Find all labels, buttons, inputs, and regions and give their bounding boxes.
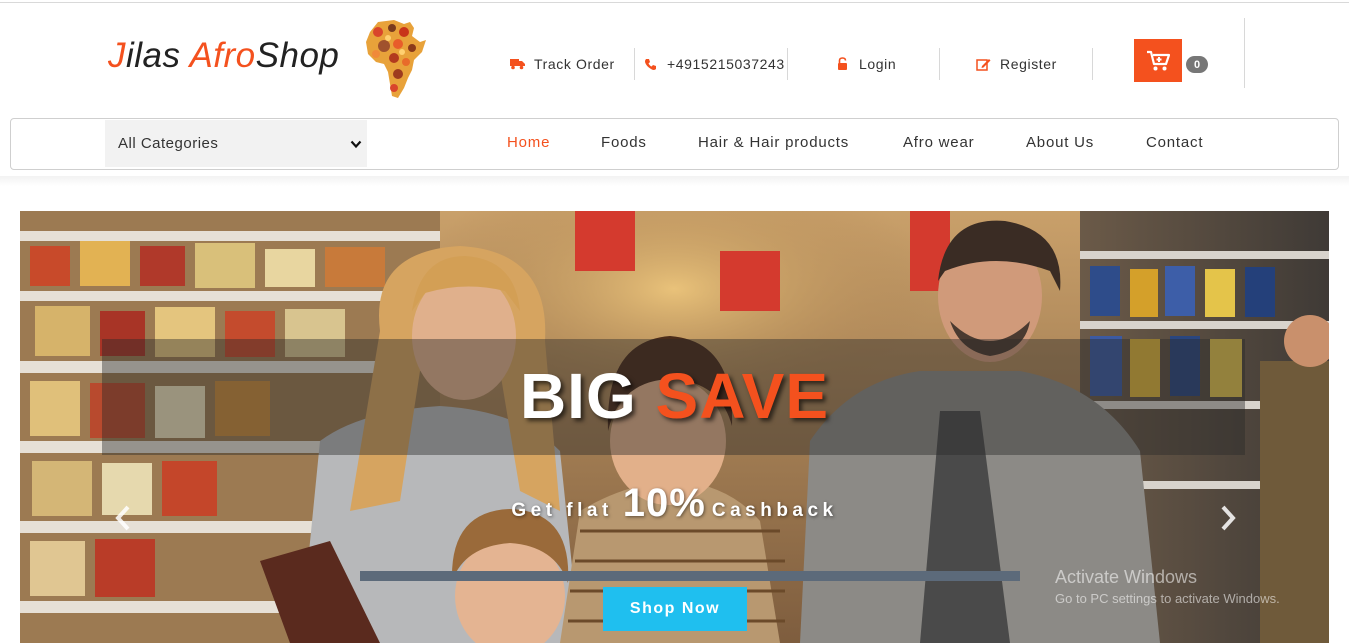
edit-icon [975,56,991,72]
subheadline-prefix: Get flat [511,500,613,521]
track-order-label: Track Order [534,56,615,72]
watermark-title: Activate Windows [1055,567,1198,587]
register-label: Register [1000,56,1057,72]
site-logo[interactable]: Jilas AfroShop [108,36,339,76]
logo-text-ilas: ilas [126,36,190,75]
nav-afro-wear[interactable]: Afro wear [903,134,974,151]
nav-hair-products[interactable]: Hair & Hair products [698,134,849,151]
login-link[interactable]: Login [834,48,896,80]
headline-big: BIG [519,360,656,432]
category-select[interactable]: All Categories [105,120,367,167]
logo-text-afro: Afro [189,36,256,75]
hero-subheadline: Get flat 10% Cashback [20,481,1329,526]
nav-home[interactable]: Home [507,134,550,151]
chevron-left-icon [115,505,130,531]
login-label: Login [859,56,897,72]
top-border [0,2,1349,3]
watermark-subtitle: Go to PC settings to activate Windows. [1055,591,1280,606]
phone-number: +4915215037243 [667,56,785,72]
shop-now-button[interactable]: Shop Now [603,587,747,631]
slider-next-button[interactable] [1215,501,1241,535]
header-divider [1092,48,1093,80]
truck-icon [509,56,525,72]
activate-windows-watermark: Activate Windows Go to PC settings to ac… [1055,567,1280,606]
subheadline-suffix: Cashback [711,500,838,521]
nav-contact[interactable]: Contact [1146,134,1203,151]
chevron-right-icon [1221,505,1236,531]
phone-link[interactable]: +4915215037243 [642,48,785,80]
header-divider [939,48,940,80]
register-link[interactable]: Register [975,48,1057,80]
slider-prev-button[interactable] [110,501,136,535]
nav-about-us[interactable]: About Us [1026,134,1094,151]
header-divider [787,48,788,80]
nav-shadow [0,176,1349,186]
phone-icon [642,56,658,72]
nav-foods[interactable]: Foods [601,134,647,151]
hero-headline: BIG SAVE [20,359,1329,433]
africa-map-logo [366,20,426,98]
track-order-link[interactable]: Track Order [509,48,615,80]
cashback-percent: 10% [622,481,706,525]
lock-icon [834,56,850,72]
cart-count-badge: 0 [1186,56,1208,73]
cart-button[interactable] [1134,39,1182,82]
chevron-down-icon [350,136,362,153]
header-divider [634,48,635,80]
logo-text-shop: Shop [255,36,340,75]
header-divider [1244,18,1245,88]
cart-icon [1147,50,1170,70]
headline-save: SAVE [655,360,830,432]
logo-letter-j: J [108,36,126,75]
category-select-value: All Categories [118,135,219,152]
